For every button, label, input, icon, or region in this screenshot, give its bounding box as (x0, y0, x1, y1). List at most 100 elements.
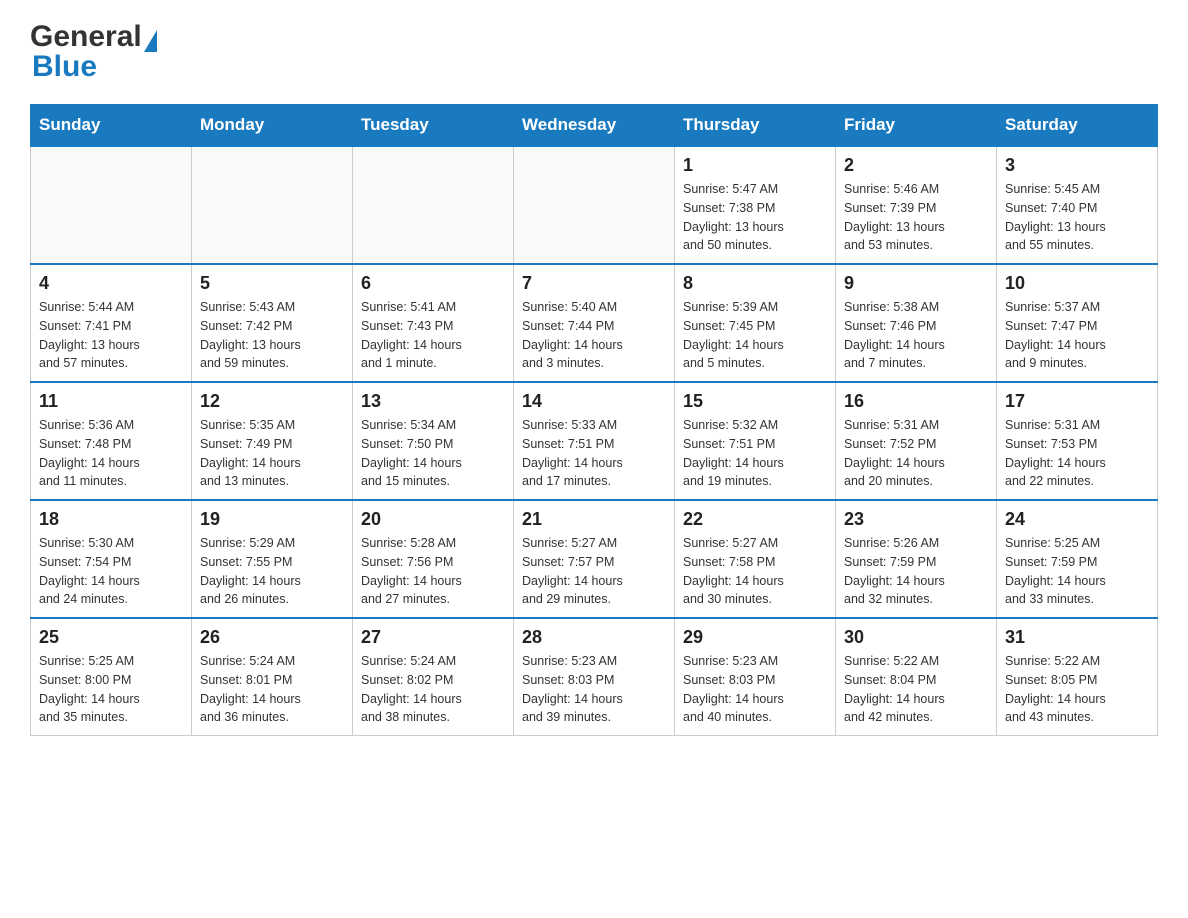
calendar-cell: 20Sunrise: 5:28 AM Sunset: 7:56 PM Dayli… (353, 500, 514, 618)
day-info: Sunrise: 5:26 AM Sunset: 7:59 PM Dayligh… (844, 534, 988, 609)
day-number: 12 (200, 391, 344, 412)
calendar-cell: 18Sunrise: 5:30 AM Sunset: 7:54 PM Dayli… (31, 500, 192, 618)
day-info: Sunrise: 5:27 AM Sunset: 7:58 PM Dayligh… (683, 534, 827, 609)
calendar-cell: 14 Sunrise: 5:33 AM Sunset: 7:51 PM Dayli… (514, 382, 675, 500)
calendar-header-saturday: Saturday (997, 105, 1158, 147)
calendar-table: SundayMondayTuesdayWednesdayThursdayFrid… (30, 104, 1158, 736)
day-info: Sunrise: 5:31 AM Sunset: 7:52 PM Dayligh… (844, 416, 988, 491)
calendar-header-thursday: Thursday (675, 105, 836, 147)
calendar-header-wednesday: Wednesday (514, 105, 675, 147)
calendar-cell: 12Sunrise: 5:35 AM Sunset: 7:49 PM Dayli… (192, 382, 353, 500)
day-info: Sunrise: 5:33 AM Sunset: 7:51 PM Dayligh… (522, 416, 666, 491)
calendar-cell: 30 Sunrise: 5:22 AM Sunset: 8:04 PM Dayli… (836, 618, 997, 736)
day-info: Sunrise: 5:25 AM Sunset: 8:00 PM Dayligh… (39, 652, 183, 727)
logo-triangle-icon (144, 30, 157, 52)
day-number: 14 (522, 391, 666, 412)
day-number: 8 (683, 273, 827, 294)
day-number: 11 (39, 391, 183, 412)
day-info: Sunrise: 5:29 AM Sunset: 7:55 PM Dayligh… (200, 534, 344, 609)
day-number: 21 (522, 509, 666, 530)
day-info: Sunrise: 5:41 AM Sunset: 7:43 PM Dayligh… (361, 298, 505, 373)
day-info: Sunrise: 5:24 AM Sunset: 8:01 PM Dayligh… (200, 652, 344, 727)
day-info: Sunrise: 5:36 AM Sunset: 7:48 PM Dayligh… (39, 416, 183, 491)
calendar-week-row: 4 Sunrise: 5:44 AM Sunset: 7:41 PM Daylig… (31, 264, 1158, 382)
calendar-cell: 15 Sunrise: 5:32 AM Sunset: 7:51 PM Dayli… (675, 382, 836, 500)
calendar-cell: 4 Sunrise: 5:44 AM Sunset: 7:41 PM Daylig… (31, 264, 192, 382)
day-number: 7 (522, 273, 666, 294)
day-number: 13 (361, 391, 505, 412)
day-number: 2 (844, 155, 988, 176)
day-info: Sunrise: 5:40 AM Sunset: 7:44 PM Dayligh… (522, 298, 666, 373)
logo-general-text: General (30, 20, 142, 54)
day-info: Sunrise: 5:34 AM Sunset: 7:50 PM Dayligh… (361, 416, 505, 491)
calendar-cell (31, 146, 192, 264)
calendar-cell: 5Sunrise: 5:43 AM Sunset: 7:42 PM Daylig… (192, 264, 353, 382)
calendar-cell: 8 Sunrise: 5:39 AM Sunset: 7:45 PM Daylig… (675, 264, 836, 382)
day-info: Sunrise: 5:27 AM Sunset: 7:57 PM Dayligh… (522, 534, 666, 609)
day-info: Sunrise: 5:24 AM Sunset: 8:02 PM Dayligh… (361, 652, 505, 727)
calendar-week-row: 25 Sunrise: 5:25 AM Sunset: 8:00 PM Dayli… (31, 618, 1158, 736)
calendar-cell (514, 146, 675, 264)
calendar-week-row: 18Sunrise: 5:30 AM Sunset: 7:54 PM Dayli… (31, 500, 1158, 618)
day-number: 27 (361, 627, 505, 648)
day-number: 29 (683, 627, 827, 648)
calendar-cell (353, 146, 514, 264)
calendar-header-row: SundayMondayTuesdayWednesdayThursdayFrid… (31, 105, 1158, 147)
calendar-cell: 16Sunrise: 5:31 AM Sunset: 7:52 PM Dayli… (836, 382, 997, 500)
calendar-cell: 22Sunrise: 5:27 AM Sunset: 7:58 PM Dayli… (675, 500, 836, 618)
day-info: Sunrise: 5:45 AM Sunset: 7:40 PM Dayligh… (1005, 180, 1149, 255)
calendar-cell: 31Sunrise: 5:22 AM Sunset: 8:05 PM Dayli… (997, 618, 1158, 736)
day-info: Sunrise: 5:44 AM Sunset: 7:41 PM Dayligh… (39, 298, 183, 373)
day-info: Sunrise: 5:37 AM Sunset: 7:47 PM Dayligh… (1005, 298, 1149, 373)
day-number: 25 (39, 627, 183, 648)
day-info: Sunrise: 5:47 AM Sunset: 7:38 PM Dayligh… (683, 180, 827, 255)
day-info: Sunrise: 5:32 AM Sunset: 7:51 PM Dayligh… (683, 416, 827, 491)
calendar-cell: 29Sunrise: 5:23 AM Sunset: 8:03 PM Dayli… (675, 618, 836, 736)
day-info: Sunrise: 5:39 AM Sunset: 7:45 PM Dayligh… (683, 298, 827, 373)
calendar-cell: 11 Sunrise: 5:36 AM Sunset: 7:48 PM Dayli… (31, 382, 192, 500)
calendar-cell: 13 Sunrise: 5:34 AM Sunset: 7:50 PM Dayli… (353, 382, 514, 500)
day-number: 15 (683, 391, 827, 412)
day-number: 5 (200, 273, 344, 294)
day-number: 23 (844, 509, 988, 530)
day-number: 18 (39, 509, 183, 530)
day-number: 28 (522, 627, 666, 648)
day-info: Sunrise: 5:38 AM Sunset: 7:46 PM Dayligh… (844, 298, 988, 373)
calendar-cell: 26Sunrise: 5:24 AM Sunset: 8:01 PM Dayli… (192, 618, 353, 736)
calendar-cell: 17 Sunrise: 5:31 AM Sunset: 7:53 PM Dayli… (997, 382, 1158, 500)
calendar-cell: 27 Sunrise: 5:24 AM Sunset: 8:02 PM Dayli… (353, 618, 514, 736)
calendar-cell: 3 Sunrise: 5:45 AM Sunset: 7:40 PM Daylig… (997, 146, 1158, 264)
calendar-cell: 28 Sunrise: 5:23 AM Sunset: 8:03 PM Dayli… (514, 618, 675, 736)
calendar-cell: 25 Sunrise: 5:25 AM Sunset: 8:00 PM Dayli… (31, 618, 192, 736)
calendar-week-row: 1 Sunrise: 5:47 AM Sunset: 7:38 PM Daylig… (31, 146, 1158, 264)
logo-blue-text: Blue (32, 50, 97, 84)
day-info: Sunrise: 5:23 AM Sunset: 8:03 PM Dayligh… (522, 652, 666, 727)
day-number: 3 (1005, 155, 1149, 176)
calendar-cell: 7 Sunrise: 5:40 AM Sunset: 7:44 PM Daylig… (514, 264, 675, 382)
calendar-header-friday: Friday (836, 105, 997, 147)
day-number: 10 (1005, 273, 1149, 294)
logo: General Blue (30, 20, 157, 84)
day-number: 24 (1005, 509, 1149, 530)
day-number: 4 (39, 273, 183, 294)
day-info: Sunrise: 5:28 AM Sunset: 7:56 PM Dayligh… (361, 534, 505, 609)
day-info: Sunrise: 5:31 AM Sunset: 7:53 PM Dayligh… (1005, 416, 1149, 491)
day-number: 30 (844, 627, 988, 648)
calendar-cell: 21 Sunrise: 5:27 AM Sunset: 7:57 PM Dayli… (514, 500, 675, 618)
calendar-week-row: 11 Sunrise: 5:36 AM Sunset: 7:48 PM Dayli… (31, 382, 1158, 500)
day-info: Sunrise: 5:46 AM Sunset: 7:39 PM Dayligh… (844, 180, 988, 255)
day-number: 19 (200, 509, 344, 530)
calendar-header-sunday: Sunday (31, 105, 192, 147)
calendar-header-tuesday: Tuesday (353, 105, 514, 147)
page-header: General Blue (30, 20, 1158, 84)
calendar-cell: 2 Sunrise: 5:46 AM Sunset: 7:39 PM Daylig… (836, 146, 997, 264)
day-info: Sunrise: 5:22 AM Sunset: 8:04 PM Dayligh… (844, 652, 988, 727)
calendar-cell (192, 146, 353, 264)
day-number: 1 (683, 155, 827, 176)
calendar-header-monday: Monday (192, 105, 353, 147)
calendar-cell: 19 Sunrise: 5:29 AM Sunset: 7:55 PM Dayli… (192, 500, 353, 618)
calendar-cell: 24Sunrise: 5:25 AM Sunset: 7:59 PM Dayli… (997, 500, 1158, 618)
day-number: 17 (1005, 391, 1149, 412)
logo-row1: General (30, 20, 157, 54)
day-number: 9 (844, 273, 988, 294)
